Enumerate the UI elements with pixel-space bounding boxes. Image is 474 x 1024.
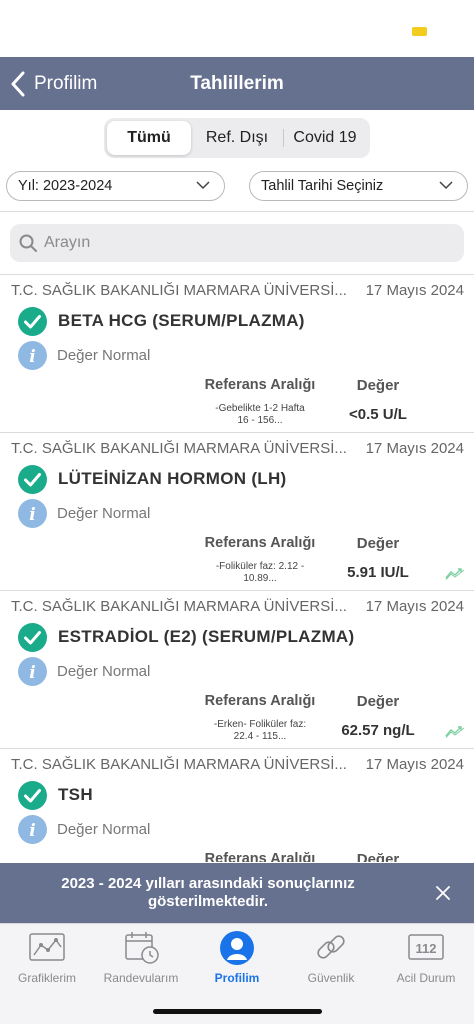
reference-range-line: -Foliküler faz: 2.12 - — [215, 561, 305, 572]
result-value: <0.5 U/L — [349, 406, 407, 423]
segment-all[interactable]: Tümü — [107, 121, 191, 155]
tab-profilim[interactable]: Profilim — [190, 930, 284, 985]
result-card[interactable]: T.C. SAĞLIK BAKANLIĞI MARMARA ÜNİVERSİ..… — [0, 275, 474, 433]
results-list: T.C. SAĞLIK BAKANLIĞI MARMARA ÜNİVERSİ..… — [0, 274, 474, 862]
navigation-bar: Profilim Tahlillerim — [0, 57, 474, 110]
tab-label: Randevularım — [103, 971, 179, 985]
tab-grafiklerim[interactable]: Grafiklerim — [0, 930, 94, 985]
emergency-112-icon: 112 — [408, 934, 444, 960]
status-bar — [0, 0, 474, 57]
reference-range-line: -Erken- Foliküler faz: — [213, 719, 307, 730]
chart-icon — [29, 933, 65, 961]
emergency-badge: 112 — [416, 941, 437, 956]
divider — [0, 211, 474, 212]
page-title: Tahlillerim — [190, 73, 284, 94]
battery-icon — [412, 27, 427, 36]
trend-chart-icon[interactable] — [445, 566, 465, 580]
svg-text:i: i — [29, 821, 35, 841]
result-date: 17 Mayıs 2024 — [365, 440, 464, 457]
value-header: Değer — [356, 693, 400, 710]
tab-acil-durum[interactable]: 112 Acil Durum — [379, 930, 473, 985]
search-bar[interactable] — [10, 224, 464, 262]
info-icon: i — [18, 657, 47, 686]
result-date: 17 Mayıs 2024 — [365, 598, 464, 615]
reference-range-value: -Foliküler faz: 2.12 - 10.89... — [199, 561, 321, 585]
svg-text:i: i — [29, 663, 35, 683]
result-value: 5.91 IU/L — [347, 564, 409, 581]
tab-label: Acil Durum — [396, 971, 456, 985]
info-icon: i — [18, 815, 47, 844]
test-name: BETA HCG (SERUM/PLAZMA) — [58, 311, 305, 330]
test-name: ESTRADİOL (E2) (SERUM/PLAZMA) — [58, 627, 355, 646]
close-icon[interactable] — [434, 884, 452, 902]
reference-range-header: Referans Aralığı — [204, 377, 316, 393]
search-input[interactable] — [44, 234, 444, 252]
tab-randevularim[interactable]: Randevularım — [94, 930, 188, 985]
year-dropdown-value: Yıl: 2023-2024 — [18, 178, 113, 194]
year-dropdown[interactable]: Yıl: 2023-2024 — [6, 171, 225, 201]
search-icon — [19, 234, 37, 252]
reference-range-line: 22.4 - 115... — [233, 731, 287, 742]
svg-text:i: i — [29, 347, 35, 367]
chevron-down-icon — [196, 181, 210, 190]
reference-range-value: -Gebelikte 1-2 Hafta 16 - 156... — [199, 403, 321, 427]
result-card[interactable]: T.C. SAĞLIK BAKANLIĞI MARMARA ÜNİVERSİ..… — [0, 433, 474, 591]
institution-name: T.C. SAĞLIK BAKANLIĞI MARMARA ÜNİVERSİ..… — [11, 598, 347, 615]
tab-label: Güvenlik — [307, 971, 355, 985]
reference-range-header: Referans Aralığı — [204, 851, 316, 862]
toast-message: 2023 - 2024 yılları arasındaki sonuçları… — [61, 875, 355, 910]
result-status: Değer Normal — [57, 505, 151, 522]
institution-name: T.C. SAĞLIK BAKANLIĞI MARMARA ÜNİVERSİ..… — [11, 282, 347, 299]
tab-label: Grafiklerim — [17, 971, 76, 985]
reference-range-header: Referans Aralığı — [204, 693, 316, 709]
profile-icon — [220, 931, 254, 965]
result-card[interactable]: T.C. SAĞLIK BAKANLIĞI MARMARA ÜNİVERSİ..… — [0, 749, 474, 862]
result-status: Değer Normal — [57, 821, 151, 838]
date-dropdown[interactable]: Tahlil Tarihi Seçiniz — [249, 171, 468, 201]
segmented-control: Tümü Ref. Dışı Covid 19 — [104, 118, 370, 158]
check-circle-icon — [18, 465, 47, 494]
result-card[interactable]: T.C. SAĞLIK BAKANLIĞI MARMARA ÜNİVERSİ..… — [0, 591, 474, 749]
value-header: Değer — [356, 851, 400, 862]
result-date: 17 Mayıs 2024 — [365, 756, 464, 773]
home-indicator — [153, 1009, 322, 1014]
reference-range-line: 10.89... — [243, 573, 277, 584]
calendar-icon — [125, 932, 159, 964]
date-dropdown-value: Tahlil Tarihi Seçiniz — [261, 178, 384, 194]
test-name: TSH — [58, 785, 93, 804]
tab-guvenlik[interactable]: Güvenlik — [284, 930, 378, 985]
test-name: LÜTEİNİZAN HORMON (LH) — [58, 469, 287, 488]
institution-name: T.C. SAĞLIK BAKANLIĞI MARMARA ÜNİVERSİ..… — [11, 440, 347, 457]
chevron-down-icon — [439, 181, 453, 190]
value-header: Değer — [356, 377, 400, 394]
info-icon: i — [18, 499, 47, 528]
reference-range-header: Referans Aralığı — [204, 535, 316, 551]
info-icon: i — [18, 341, 47, 370]
result-value: 62.57 ng/L — [341, 722, 415, 739]
link-icon — [317, 935, 345, 959]
reference-range-line: -Gebelikte 1-2 Hafta — [215, 403, 305, 414]
result-status: Değer Normal — [57, 347, 151, 364]
result-status: Değer Normal — [57, 663, 151, 680]
segment-covid19[interactable]: Covid 19 — [283, 121, 367, 155]
svg-text:i: i — [29, 505, 35, 525]
trend-chart-icon[interactable] — [445, 724, 465, 738]
reference-range-line: 16 - 156... — [237, 415, 283, 426]
result-date: 17 Mayıs 2024 — [365, 282, 464, 299]
check-circle-icon — [18, 781, 47, 810]
reference-range-value: -Erken- Foliküler faz: 22.4 - 115... — [199, 719, 321, 743]
institution-name: T.C. SAĞLIK BAKANLIĞI MARMARA ÜNİVERSİ..… — [11, 756, 347, 773]
check-circle-icon — [18, 623, 47, 652]
segment-out-of-range[interactable]: Ref. Dışı — [191, 121, 283, 155]
check-circle-icon — [18, 307, 47, 336]
tab-label: Profilim — [214, 971, 260, 985]
info-toast: 2023 - 2024 yılları arasındaki sonuçları… — [0, 863, 474, 923]
value-header: Değer — [356, 535, 400, 552]
